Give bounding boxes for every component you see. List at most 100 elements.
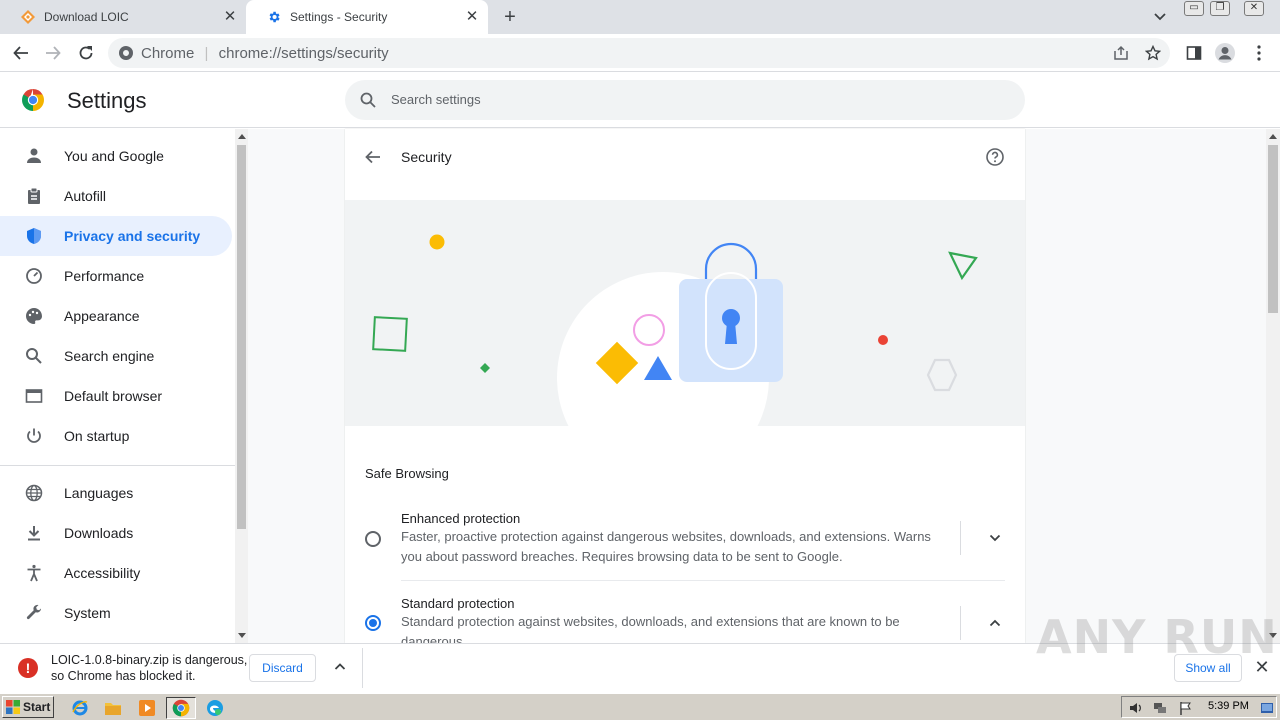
close-tab-icon[interactable]: ✕ — [222, 9, 238, 25]
windows-logo-icon — [6, 700, 20, 714]
sidebar-item-label: Privacy and security — [64, 228, 201, 244]
shield-icon — [24, 226, 44, 246]
sidebar-item-privacy-and-security[interactable]: Privacy and security — [0, 216, 232, 256]
chevron-up-icon[interactable] — [331, 658, 349, 676]
back-arrow-icon[interactable] — [10, 42, 32, 64]
help-icon[interactable] — [985, 147, 1005, 167]
new-tab-button[interactable]: + — [499, 6, 521, 28]
sidebar-item-label: On startup — [64, 428, 130, 444]
sidebar-item-system[interactable]: System — [0, 593, 232, 633]
start-label: Start — [23, 700, 51, 714]
scrollbar-thumb[interactable] — [1268, 145, 1278, 313]
scroll-down-arrow-icon[interactable] — [238, 633, 246, 638]
main-scrollbar[interactable] — [1266, 129, 1280, 643]
clipboard-icon — [24, 186, 44, 206]
internet-explorer-icon[interactable] — [69, 697, 91, 719]
close-tab-icon[interactable]: ✕ — [464, 9, 480, 25]
scroll-up-arrow-icon[interactable] — [238, 134, 246, 139]
sidebar-item-search-engine[interactable]: Search engine — [0, 336, 232, 376]
download-warning-text: LOIC-1.0.8-binary.zip is dangerous, so C… — [51, 652, 247, 684]
security-illustration — [345, 200, 1025, 426]
option-title: Standard protection — [401, 596, 515, 611]
restore-window-button[interactable]: ❐ — [1210, 1, 1230, 16]
sidebar-item-performance[interactable]: Performance — [0, 256, 232, 296]
volume-icon[interactable] — [1128, 700, 1144, 716]
search-settings-input[interactable]: Search settings — [345, 80, 1025, 120]
address-bar[interactable]: Chrome | chrome://settings/security — [108, 38, 1170, 68]
side-panel-icon[interactable] — [1183, 42, 1205, 64]
system-tray: 5:39 PM — [1121, 696, 1277, 718]
download-message-line: LOIC-1.0.8-binary.zip is dangerous, — [51, 653, 248, 667]
tab-search-icon[interactable] — [1150, 8, 1170, 26]
enhanced-protection-option[interactable]: Enhanced protection Faster, proactive pr… — [345, 509, 1025, 579]
chrome-taskbar-icon[interactable] — [166, 697, 196, 719]
wrench-icon — [24, 603, 44, 623]
option-divider — [401, 580, 1005, 581]
sidebar-item-appearance[interactable]: Appearance — [0, 296, 232, 336]
loic-favicon-icon — [20, 9, 36, 25]
tab-download-loic[interactable]: Download LOIC ✕ — [0, 0, 246, 34]
sidebar-item-downloads[interactable]: Downloads — [0, 513, 232, 553]
sidebar-divider — [0, 465, 235, 466]
search-icon — [24, 346, 44, 366]
chevron-down-icon[interactable] — [985, 528, 1005, 548]
address-text: Chrome | chrome://settings/security — [141, 45, 389, 62]
sidebar-item-accessibility[interactable]: Accessibility — [0, 553, 232, 593]
sidebar-item-default-browser[interactable]: Default browser — [0, 376, 232, 416]
download-separator — [362, 648, 363, 688]
show-desktop-icon[interactable] — [1260, 700, 1276, 716]
edge-icon[interactable] — [204, 697, 226, 719]
scroll-up-arrow-icon[interactable] — [1269, 134, 1277, 139]
profile-avatar-icon[interactable] — [1214, 42, 1236, 64]
search-icon — [359, 91, 377, 109]
standard-protection-option[interactable]: Standard protection Standard protection … — [345, 594, 1025, 643]
action-center-flag-icon[interactable] — [1178, 700, 1194, 716]
sidebar-item-you-and-google[interactable]: You and Google — [0, 136, 232, 176]
sidebar-item-label: Appearance — [64, 308, 140, 324]
chevron-up-icon[interactable] — [985, 613, 1005, 633]
bookmark-star-icon[interactable] — [1144, 44, 1162, 66]
sidebar-item-on-startup[interactable]: On startup — [0, 416, 232, 456]
minimize-window-button[interactable]: ▭ — [1184, 1, 1204, 16]
forward-arrow-icon[interactable] — [42, 42, 64, 64]
globe-icon — [24, 483, 44, 503]
kebab-menu-icon[interactable] — [1248, 42, 1270, 64]
standard-protection-radio[interactable] — [365, 615, 381, 631]
tab-settings-security[interactable]: Settings - Security ✕ — [246, 0, 488, 34]
sidebar-item-languages[interactable]: Languages — [0, 473, 232, 513]
reload-icon[interactable] — [75, 42, 97, 64]
sidebar-item-autofill[interactable]: Autofill — [0, 176, 232, 216]
download-icon — [24, 523, 44, 543]
page-title: Settings — [67, 88, 147, 113]
speedometer-icon — [24, 266, 44, 286]
taskbar-clock: 5:39 PM — [1208, 700, 1249, 712]
option-description: Faster, proactive protection against dan… — [401, 529, 931, 564]
settings-header: Settings Search settings — [0, 72, 1280, 128]
share-icon[interactable] — [1113, 45, 1129, 66]
option-title: Enhanced protection — [401, 511, 521, 526]
anyrun-watermark: ANY RUN — [1036, 610, 1278, 664]
browser-window-icon — [24, 386, 44, 406]
safe-browsing-heading: Safe Browsing — [365, 466, 449, 481]
chrome-site-icon — [118, 45, 134, 66]
discard-button[interactable]: Discard — [249, 654, 316, 682]
sidebar-item-label: You and Google — [64, 148, 164, 164]
sidebar-item-label: System — [64, 605, 111, 621]
media-player-icon[interactable] — [136, 697, 158, 719]
scrollbar-thumb[interactable] — [237, 145, 246, 529]
back-arrow-icon[interactable] — [363, 147, 383, 167]
person-icon — [24, 146, 44, 166]
power-icon — [24, 426, 44, 446]
tab-title: Download LOIC — [44, 10, 129, 24]
tab-title: Settings - Security — [290, 10, 388, 24]
start-button[interactable]: Start — [2, 696, 54, 718]
sidebar-item-label: Default browser — [64, 388, 163, 404]
sidebar-scrollbar[interactable] — [235, 129, 248, 643]
close-window-button[interactable]: ✕ — [1244, 1, 1264, 16]
file-explorer-icon[interactable] — [102, 697, 124, 719]
sidebar-item-label: Languages — [64, 485, 134, 501]
settings-sidebar: You and Google Autofill Privacy and secu… — [0, 129, 235, 643]
sidebar-item-label: Accessibility — [64, 565, 141, 581]
network-icon[interactable] — [1152, 700, 1168, 716]
enhanced-protection-radio[interactable] — [365, 531, 381, 547]
